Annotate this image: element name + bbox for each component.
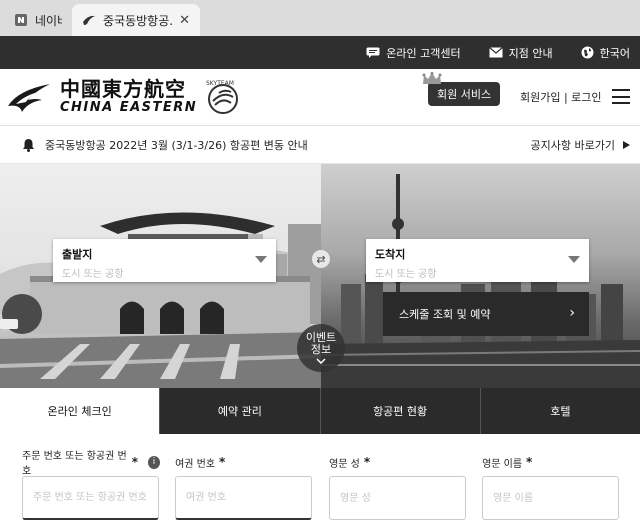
chat-bubble-icon bbox=[366, 47, 380, 58]
hero-banner: 출발지 도시 또는 공항 ⇄ 도착지 도시 또는 공항 스케줄 조회 및 예약 … bbox=[0, 164, 640, 388]
tab-online-checkin[interactable]: 온라인 체크인 bbox=[0, 388, 160, 434]
china-eastern-favicon-icon bbox=[82, 13, 96, 27]
chevron-right-icon: › bbox=[569, 305, 575, 321]
order-ticket-number-input[interactable] bbox=[22, 476, 159, 520]
swallow-logo-icon bbox=[8, 84, 50, 112]
signup-login-link[interactable]: 회원가입 | 로그인 bbox=[520, 89, 602, 105]
browser-tab-title: 네이버 bbox=[35, 13, 62, 28]
china-eastern-logo[interactable]: 中國東方航空 CHINA EASTERN SKYTEAM bbox=[6, 77, 243, 117]
order-ticket-number-field: 주문 번호 또는 항공권 번호 * i bbox=[0, 451, 161, 520]
checkin-form: 주문 번호 또는 항공권 번호* i 여권 번호* 영문 성* 영문 이름* bbox=[0, 434, 640, 520]
field-label: 영문 성 bbox=[329, 458, 360, 470]
notice-text[interactable]: 중국동방항공 2022년 3월 (3/1-3/26) 항공편 변동 안내 bbox=[45, 137, 531, 153]
customer-center-link[interactable]: 온라인 고객센터 bbox=[366, 45, 461, 61]
arrival-placeholder: 도시 또는 공항 bbox=[375, 269, 437, 280]
close-icon[interactable]: ✕ bbox=[179, 13, 190, 28]
field-label: 여권 번호 bbox=[175, 458, 216, 470]
tab-manage-booking[interactable]: 예약 관리 bbox=[159, 388, 320, 434]
play-arrow-icon bbox=[623, 140, 630, 149]
notice-shortcut-link[interactable]: 공지사항 바로가기 bbox=[531, 137, 630, 153]
customer-center-label: 온라인 고객센터 bbox=[386, 46, 461, 60]
browser-tab-china-eastern[interactable]: 중국동방항공... ✕ bbox=[72, 4, 200, 36]
departure-selector[interactable]: 출발지 도시 또는 공항 bbox=[53, 239, 276, 282]
field-label: 주문 번호 또는 항공권 번호 bbox=[22, 451, 127, 477]
first-name-field: 영문 이름 * bbox=[480, 454, 640, 520]
language-label: 한국어 bbox=[599, 46, 630, 60]
skyteam-logo-icon: SKYTEAM bbox=[206, 80, 239, 114]
naver-favicon-icon bbox=[14, 13, 28, 27]
skyteam-text: SKYTEAM bbox=[206, 80, 234, 87]
main-header: 中國東方航空 CHINA EASTERN SKYTEAM 회원 서비스 회원가입… bbox=[0, 69, 640, 126]
browser-tab-title: 중국동방항공... bbox=[103, 13, 172, 28]
last-name-field: 영문 성 * bbox=[320, 454, 480, 520]
arrival-selector[interactable]: 도착지 도시 또는 공항 bbox=[366, 239, 589, 282]
browser-tab-naver[interactable]: 네이버 bbox=[4, 4, 72, 36]
logo-chinese-text: 中國東方航空 bbox=[60, 77, 186, 101]
tab-hotel[interactable]: 호텔 bbox=[479, 388, 640, 434]
crown-icon bbox=[422, 72, 442, 84]
hamburger-menu-icon[interactable] bbox=[612, 89, 630, 104]
info-icon[interactable]: i bbox=[148, 455, 161, 469]
required-mark: * bbox=[526, 455, 533, 469]
bell-icon bbox=[23, 138, 34, 152]
service-tabs: 온라인 체크인 예약 관리 항공편 현황 호텔 bbox=[0, 388, 640, 434]
chevron-down-icon bbox=[316, 358, 326, 364]
notice-bar: 중국동방항공 2022년 3월 (3/1-3/26) 항공편 변동 안내 공지사… bbox=[0, 126, 640, 164]
departure-placeholder: 도시 또는 공항 bbox=[62, 269, 124, 280]
event-label-line2: 정보 bbox=[310, 343, 332, 356]
required-mark: * bbox=[131, 455, 138, 469]
first-name-input[interactable] bbox=[482, 476, 620, 520]
schedule-button-label: 스케줄 조회 및 예약 bbox=[399, 308, 491, 321]
chevron-down-icon bbox=[255, 256, 267, 263]
field-label: 영문 이름 bbox=[482, 458, 523, 470]
arrival-label: 도착지 bbox=[375, 248, 406, 261]
envelope-icon bbox=[488, 47, 503, 58]
swap-route-icon[interactable]: ⇄ bbox=[312, 250, 330, 268]
language-selector[interactable]: 한국어 bbox=[581, 45, 630, 61]
event-info-button[interactable]: 이벤트 정보 bbox=[297, 324, 345, 372]
required-mark: * bbox=[219, 455, 226, 469]
notice-link-label: 공지사항 바로가기 bbox=[530, 138, 615, 152]
last-name-input[interactable] bbox=[329, 476, 467, 520]
passport-number-input[interactable] bbox=[175, 476, 313, 520]
utility-bar: 온라인 고객센터 지점 안내 한국어 bbox=[0, 36, 640, 69]
passport-number-field: 여권 번호 * bbox=[160, 454, 320, 520]
schedule-booking-button[interactable]: 스케줄 조회 및 예약 › bbox=[383, 292, 589, 336]
required-mark: * bbox=[363, 455, 371, 469]
browser-tab-bar: 네이버 중국동방항공... ✕ bbox=[0, 0, 640, 36]
chevron-down-icon bbox=[568, 256, 580, 263]
branches-link[interactable]: 지점 안내 bbox=[488, 45, 553, 61]
tab-flight-status[interactable]: 항공편 현황 bbox=[319, 388, 480, 434]
logo-english-text: CHINA EASTERN bbox=[60, 100, 198, 115]
branches-label: 지점 안내 bbox=[508, 46, 553, 60]
departure-label: 출발지 bbox=[62, 248, 93, 261]
globe-icon bbox=[581, 46, 594, 59]
